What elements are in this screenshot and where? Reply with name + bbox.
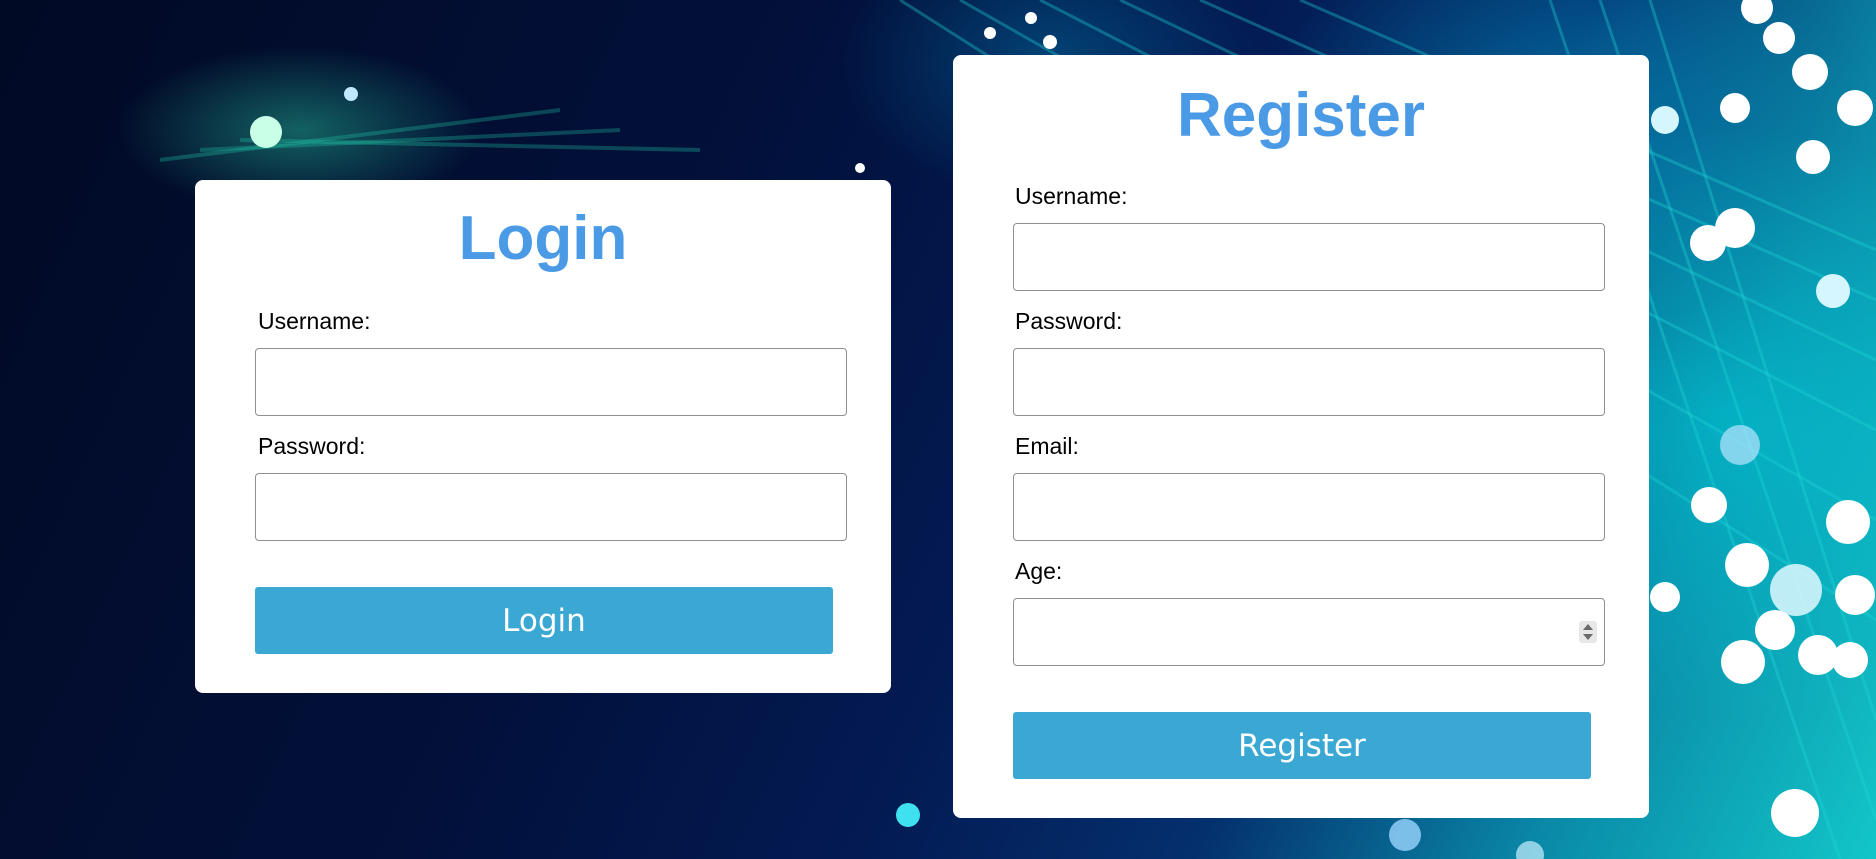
register-age-input[interactable] — [1013, 598, 1605, 666]
register-username-input[interactable] — [1013, 223, 1605, 291]
spinner-arrows-icon[interactable] — [1579, 621, 1597, 643]
register-age-label: Age: — [1015, 558, 1063, 584]
register-email-input[interactable] — [1013, 473, 1605, 541]
login-button[interactable]: Login — [255, 587, 833, 654]
register-title: Register — [1176, 81, 1426, 150]
register-button[interactable]: Register — [1013, 712, 1591, 779]
login-card: Login Username: Password: Login — [195, 180, 891, 693]
register-email-label: Email: — [1015, 433, 1079, 459]
register-password-label: Password: — [1015, 308, 1123, 334]
login-username-label: Username: — [258, 308, 371, 334]
login-password-label: Password: — [258, 433, 366, 459]
register-password-input[interactable] — [1013, 348, 1605, 416]
login-password-input[interactable] — [255, 473, 847, 541]
register-username-label: Username: — [1015, 183, 1128, 209]
login-username-input[interactable] — [255, 348, 847, 416]
register-card: Register Username: Password: Email: Age:… — [953, 55, 1649, 818]
login-title: Login — [458, 204, 628, 273]
